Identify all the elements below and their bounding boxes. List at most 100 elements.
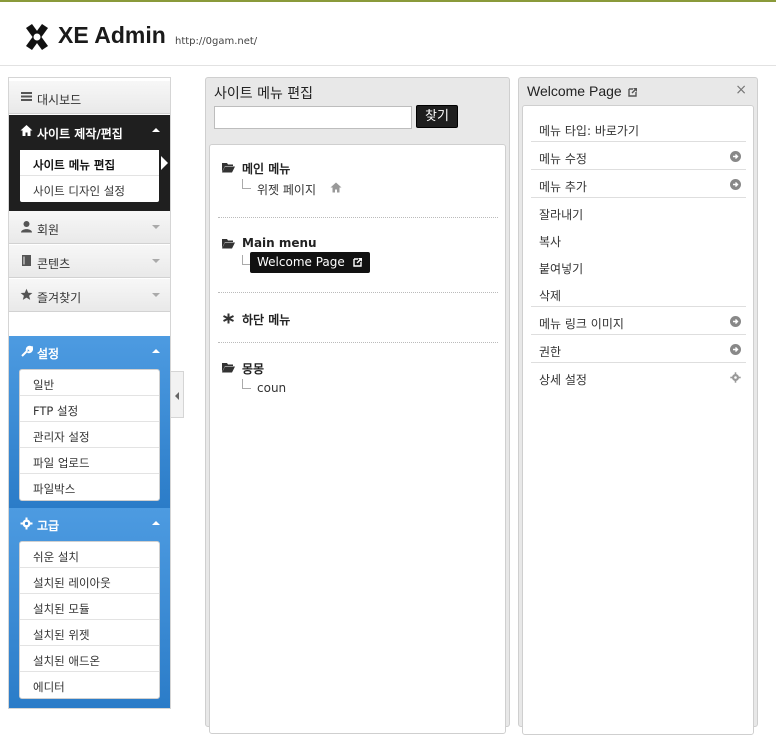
gear-icon bbox=[20, 517, 33, 530]
subitem-label: 일반 bbox=[33, 378, 55, 392]
panel-title: 사이트 메뉴 편집 bbox=[214, 86, 314, 102]
row-label: 삭제 bbox=[539, 289, 562, 303]
delete-row[interactable]: 삭제 bbox=[531, 280, 746, 307]
search-button[interactable]: 찾기 bbox=[416, 105, 458, 128]
sidebar-subitem-general[interactable]: 일반 bbox=[20, 370, 159, 396]
chevron-down-icon bbox=[152, 259, 160, 263]
menu-link-image-row[interactable]: 메뉴 링크 이미지 bbox=[531, 308, 746, 335]
tree-divider bbox=[218, 217, 498, 218]
home-icon bbox=[330, 182, 342, 193]
paste-row[interactable]: 붙여넣기 bbox=[531, 253, 746, 280]
sidebar-item-label: 회원 bbox=[37, 223, 60, 237]
close-button[interactable]: × bbox=[735, 82, 747, 98]
edit-menu-row[interactable]: 메뉴 수정 bbox=[531, 143, 746, 170]
arrow-right-circle-icon bbox=[730, 151, 741, 162]
sidebar-section-settings: 설정 일반 FTP 설정 관리자 설정 파일 업로드 파일박스 bbox=[9, 336, 170, 508]
book-icon bbox=[22, 255, 31, 266]
subitem-label: 설치된 애드온 bbox=[33, 654, 101, 668]
sidebar-section-site-build: 사이트 제작/편집 사이트 메뉴 편집 사이트 디자인 설정 bbox=[9, 115, 170, 211]
detail-actions: 메뉴 타입: 바로가기 메뉴 수정 메뉴 추가 잘라내기 복사 붙여넣기 삭제 … bbox=[522, 105, 754, 735]
sidebar-section-advanced: 고급 쉬운 설치 설치된 레이아웃 설치된 모듈 설치된 위젯 설치된 애드온 … bbox=[9, 508, 170, 708]
sidebar-collapse-toggle[interactable] bbox=[171, 371, 184, 418]
sidebar-submenu: 사이트 메뉴 편집 사이트 디자인 설정 bbox=[19, 149, 168, 203]
subitem-label: 쉬운 설치 bbox=[33, 550, 79, 564]
tree-divider bbox=[218, 292, 498, 293]
sidebar-subitem-installed-addons[interactable]: 설치된 애드온 bbox=[20, 646, 159, 672]
header: XE Admin http://0gam.net/ bbox=[0, 2, 776, 66]
sidebar: 대시보드 사이트 제작/편집 사이트 메뉴 편집 사이트 디자인 설정 회원 콘… bbox=[8, 77, 171, 709]
row-label: 권한 bbox=[539, 345, 562, 359]
row-label: 메뉴 타입: 바로가기 bbox=[539, 124, 639, 138]
tree-node-label: 위젯 페이지 bbox=[257, 183, 317, 197]
row-label: 메뉴 링크 이미지 bbox=[539, 317, 624, 331]
site-url-link[interactable]: http://0gam.net/ bbox=[175, 36, 257, 47]
subitem-label: 사이트 메뉴 편집 bbox=[33, 158, 116, 172]
sidebar-item-label: 즐겨찾기 bbox=[37, 291, 82, 305]
sidebar-subitem-admin-settings[interactable]: 관리자 설정 bbox=[20, 422, 159, 448]
subitem-label: 관리자 설정 bbox=[33, 430, 90, 444]
sidebar-subitem-menu-edit[interactable]: 사이트 메뉴 편집 bbox=[20, 150, 168, 176]
sidebar-subitem-filebox[interactable]: 파일박스 bbox=[20, 474, 159, 500]
permissions-row[interactable]: 권한 bbox=[531, 336, 746, 363]
menu-type-row: 메뉴 타입: 바로가기 bbox=[531, 115, 746, 142]
advanced-settings-row[interactable]: 상세 설정 bbox=[531, 364, 746, 391]
row-label: 복사 bbox=[539, 235, 562, 249]
sidebar-item-site-build[interactable]: 사이트 제작/편집 bbox=[9, 115, 170, 147]
user-icon bbox=[21, 221, 32, 233]
sidebar-item-favorites[interactable]: 즐겨찾기 bbox=[9, 279, 170, 312]
tree-divider bbox=[218, 342, 498, 343]
sidebar-item-contents[interactable]: 콘텐츠 bbox=[9, 245, 170, 278]
selected-menu-node[interactable]: Welcome Page bbox=[250, 252, 370, 273]
chevron-left-icon bbox=[175, 392, 179, 400]
row-label: 상세 설정 bbox=[539, 373, 587, 387]
copy-row[interactable]: 복사 bbox=[531, 226, 746, 253]
arrow-right-circle-icon bbox=[730, 344, 741, 355]
chevron-up-icon bbox=[152, 128, 160, 132]
gear-icon bbox=[730, 372, 741, 383]
sidebar-item-dashboard[interactable]: 대시보드 bbox=[9, 81, 170, 114]
tree-node-label: 몽몽 bbox=[242, 362, 265, 376]
app-title[interactable]: XE Admin bbox=[58, 22, 166, 49]
subitem-label: FTP 설정 bbox=[33, 404, 79, 418]
row-label: 메뉴 수정 bbox=[539, 152, 587, 166]
tree-node-label: coun bbox=[257, 381, 287, 395]
home-icon bbox=[20, 125, 33, 136]
menu-tree: 메인 메뉴 위젯 페이지 Main menu Welcome Page 하단 메… bbox=[209, 144, 506, 734]
sidebar-subitem-installed-layouts[interactable]: 설치된 레이아웃 bbox=[20, 568, 159, 594]
chevron-up-icon bbox=[152, 349, 160, 353]
sidebar-item-advanced[interactable]: 고급 bbox=[9, 508, 170, 540]
menu-search-input[interactable] bbox=[214, 106, 412, 129]
arrow-right-circle-icon bbox=[730, 179, 741, 190]
chevron-up-icon bbox=[152, 521, 160, 525]
menu-edit-panel: 사이트 메뉴 편집 찾기 메인 메뉴 위젯 페이지 Main menu Welc… bbox=[205, 77, 510, 734]
selected-pointer bbox=[161, 156, 168, 170]
sidebar-subitem-design-settings[interactable]: 사이트 디자인 설정 bbox=[20, 176, 159, 202]
row-label: 메뉴 추가 bbox=[539, 180, 587, 194]
subitem-label: 에디터 bbox=[33, 680, 65, 694]
sidebar-subitem-ftp[interactable]: FTP 설정 bbox=[20, 396, 159, 422]
add-menu-row[interactable]: 메뉴 추가 bbox=[531, 171, 746, 198]
sidebar-submenu: 일반 FTP 설정 관리자 설정 파일 업로드 파일박스 bbox=[19, 369, 160, 501]
cut-row[interactable]: 잘라내기 bbox=[531, 199, 746, 226]
subitem-label: 설치된 위젯 bbox=[33, 628, 90, 642]
star-icon bbox=[20, 288, 33, 300]
sidebar-subitem-editor[interactable]: 에디터 bbox=[20, 672, 159, 698]
sidebar-subitem-file-upload[interactable]: 파일 업로드 bbox=[20, 448, 159, 474]
panel-title: Welcome Page bbox=[527, 83, 638, 99]
row-label: 잘라내기 bbox=[539, 208, 584, 222]
sidebar-item-members[interactable]: 회원 bbox=[9, 211, 170, 244]
tree-node-label: 하단 메뉴 bbox=[242, 313, 291, 327]
tree-node-label: Main menu bbox=[242, 236, 317, 250]
detail-title-text: Welcome Page bbox=[527, 83, 622, 99]
tree-connector bbox=[242, 179, 251, 189]
tree-node-label: 메인 메뉴 bbox=[242, 162, 291, 176]
arrow-right-circle-icon bbox=[730, 316, 741, 327]
row-label: 붙여넣기 bbox=[539, 262, 584, 276]
sidebar-subitem-installed-modules[interactable]: 설치된 모듈 bbox=[20, 594, 159, 620]
sidebar-subitem-installed-widgets[interactable]: 설치된 위젯 bbox=[20, 620, 159, 646]
folder-open-icon bbox=[222, 363, 235, 373]
sidebar-item-settings[interactable]: 설정 bbox=[9, 336, 170, 368]
sidebar-subitem-easy-install[interactable]: 쉬운 설치 bbox=[20, 542, 159, 568]
sidebar-item-label: 콘텐츠 bbox=[37, 257, 71, 271]
folder-open-icon bbox=[222, 163, 235, 173]
